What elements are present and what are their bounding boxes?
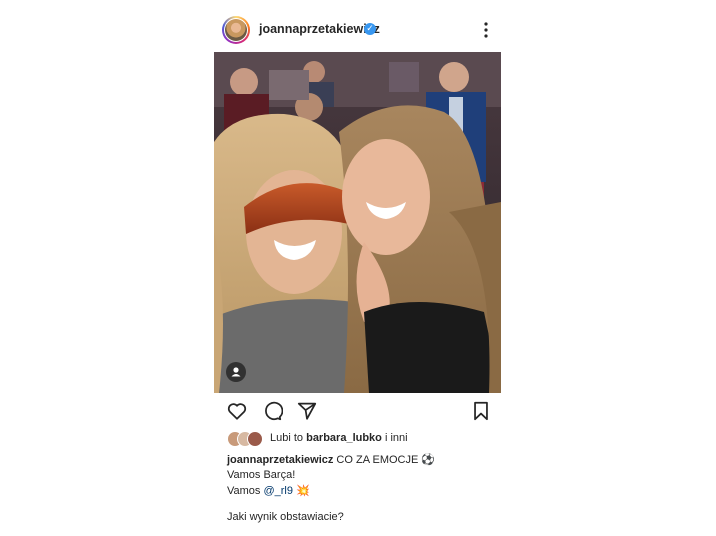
avatar-image bbox=[225, 19, 247, 41]
verified-check-icon: ✓ bbox=[364, 23, 376, 35]
liker-avatar bbox=[247, 431, 263, 447]
caption-line2: Vamos Barça! bbox=[227, 469, 296, 481]
post-photo[interactable] bbox=[214, 52, 501, 393]
heart-icon[interactable] bbox=[226, 400, 248, 422]
likes-user-link[interactable]: barbara_lubko bbox=[306, 432, 382, 444]
post-caption: joannaprzetakiewicz CO ZA EMOCJE ⚽ Vamos… bbox=[227, 452, 507, 499]
tagged-user-icon[interactable] bbox=[226, 362, 246, 382]
post-actions bbox=[226, 400, 492, 422]
collision-emoji: 💥 bbox=[296, 484, 310, 497]
caption-line1: CO ZA EMOCJE bbox=[333, 454, 422, 466]
post-username[interactable]: joannaprzetakiewicz bbox=[259, 22, 380, 36]
comment-icon[interactable] bbox=[261, 400, 283, 422]
post-header: joannaprzetakiewicz ✓ bbox=[222, 15, 498, 47]
likes-suffix: i inni bbox=[381, 432, 408, 444]
more-options-icon[interactable] bbox=[478, 19, 494, 41]
bookmark-icon[interactable] bbox=[470, 400, 492, 422]
soccer-ball-emoji: ⚽ bbox=[421, 453, 436, 466]
caption-question: Jaki wynik obstawiacie? bbox=[227, 511, 344, 523]
likes-text: Lubi to barbara_lubko i inni bbox=[270, 432, 408, 444]
avatar[interactable] bbox=[222, 16, 250, 44]
mention-link[interactable]: @_rl9 bbox=[263, 485, 293, 497]
send-icon[interactable] bbox=[296, 400, 318, 422]
caption-line3-prefix: Vamos bbox=[227, 485, 264, 497]
likes-summary[interactable]: Lubi to barbara_lubko i inni bbox=[227, 431, 497, 447]
caption-username[interactable]: joannaprzetakiewicz bbox=[227, 454, 333, 466]
likes-prefix: Lubi to bbox=[270, 432, 307, 444]
